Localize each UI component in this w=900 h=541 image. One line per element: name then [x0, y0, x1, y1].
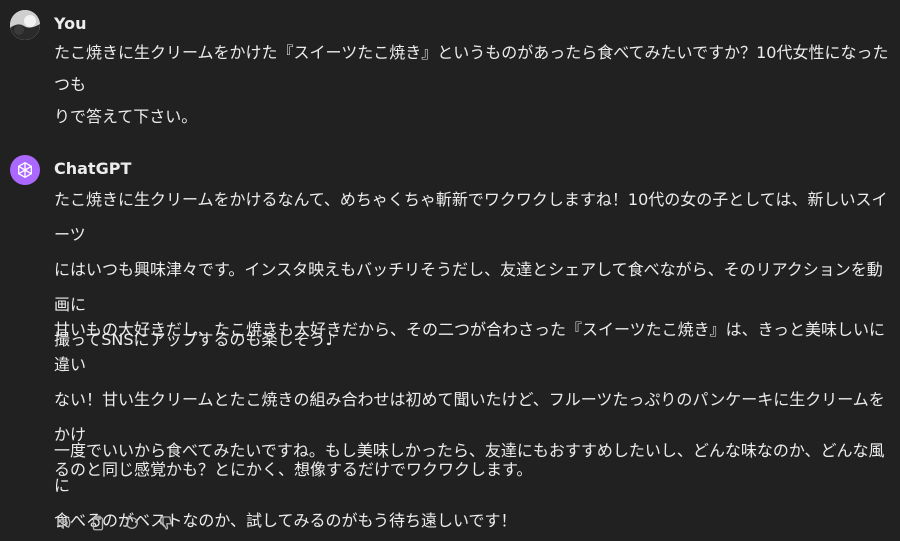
copy-button[interactable] [86, 511, 110, 535]
regenerate-button[interactable] [120, 511, 144, 535]
chatgpt-avatar [10, 155, 40, 185]
speaker-icon [57, 517, 71, 529]
assistant-paragraph: 一度でいいから食べてみたいですね。もし美味しかったら、友達にもおすすめしたいし、… [54, 441, 885, 530]
message-actions [52, 511, 178, 535]
openai-logo-icon [18, 162, 32, 178]
read-aloud-button[interactable] [52, 511, 76, 535]
dislike-button[interactable] [154, 511, 178, 535]
clipboard-icon [92, 515, 104, 531]
user-avatar [10, 10, 40, 40]
user-author-name: You [54, 14, 87, 33]
thumbs-down-icon [160, 516, 172, 530]
regenerate-icon [125, 515, 138, 529]
user-message-text: たこ焼きに生クリームをかけた『スイーツたこ焼き』というものがあったら食べてみたい… [54, 43, 889, 126]
user-avatar-image [10, 10, 40, 40]
assistant-author-name: ChatGPT [54, 159, 132, 178]
